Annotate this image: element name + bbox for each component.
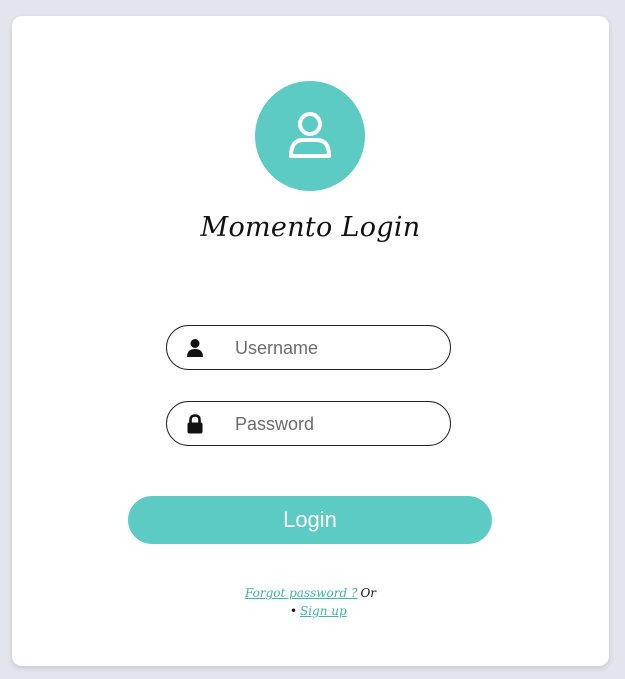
auth-links: Forgot password ? Or • Sign up bbox=[12, 586, 609, 620]
or-text: Or bbox=[360, 586, 377, 600]
links-list: • Sign up bbox=[12, 604, 609, 620]
password-field[interactable] bbox=[166, 401, 451, 446]
lock-icon bbox=[187, 414, 203, 434]
username-input[interactable] bbox=[233, 332, 437, 364]
login-button[interactable]: Login bbox=[128, 496, 492, 544]
username-field[interactable] bbox=[166, 325, 451, 370]
password-input[interactable] bbox=[233, 408, 437, 440]
user-icon bbox=[187, 339, 203, 357]
sign-up-link[interactable]: Sign up bbox=[300, 604, 347, 618]
user-icon bbox=[289, 112, 331, 158]
forgot-password-link[interactable]: Forgot password ? bbox=[245, 586, 358, 600]
list-item: • Sign up bbox=[290, 604, 625, 620]
login-card: Momento Login Login Forgot password ?Or … bbox=[12, 16, 609, 666]
page-title: Momento Login bbox=[200, 212, 421, 243]
avatar bbox=[255, 81, 365, 191]
bullet: • bbox=[290, 604, 298, 618]
